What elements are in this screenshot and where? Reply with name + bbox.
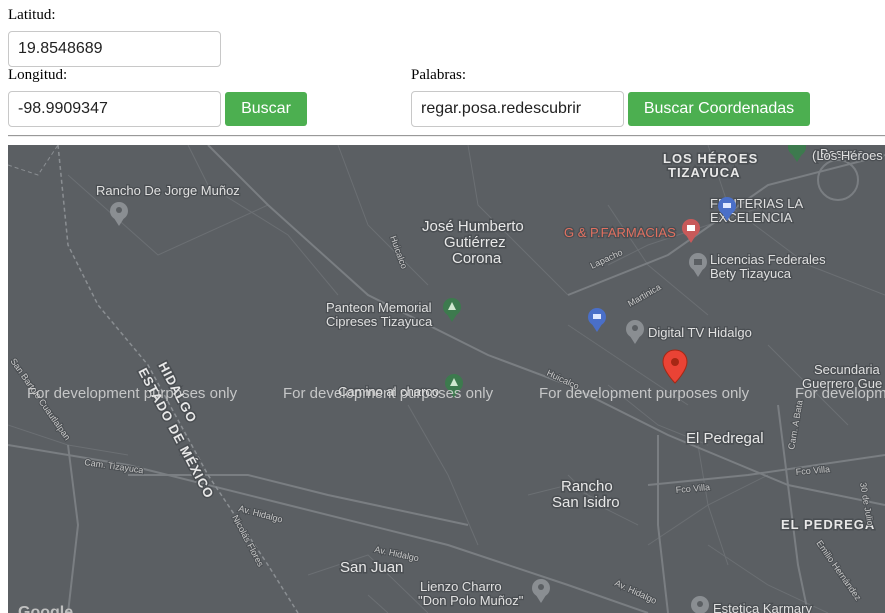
shopping-cart-icon-2[interactable] bbox=[588, 308, 606, 332]
place-rancho-isidro-1: Rancho bbox=[561, 478, 613, 495]
building-icon-licencias[interactable] bbox=[689, 253, 707, 277]
place-heroes-2: TIZAYUCA bbox=[668, 165, 741, 180]
place-panteon-2: Cipreses Tizayuca bbox=[326, 314, 433, 329]
tree-icon-heroes[interactable] bbox=[788, 145, 806, 162]
place-jose-humberto-1: José Humberto bbox=[422, 218, 524, 235]
place-heroes-1: LOS HÉROES bbox=[663, 151, 758, 166]
state-border-left bbox=[8, 145, 59, 176]
map-view[interactable]: Rancho De Jorge Muñoz Panteon Memorial C… bbox=[8, 145, 885, 613]
road-huicalco-1: Huicalco bbox=[388, 234, 409, 270]
dev-watermark-3: For development purposes only bbox=[539, 385, 750, 402]
pin-icon-lienzo[interactable] bbox=[532, 579, 550, 603]
location-marker-icon[interactable] bbox=[662, 349, 688, 384]
road-martinica: Martinica bbox=[626, 282, 663, 309]
roundabout bbox=[817, 159, 859, 201]
place-panteon-1: Panteon Memorial bbox=[326, 300, 432, 315]
place-lienzo-1: Lienzo Charro bbox=[420, 579, 502, 594]
place-el-pedregal-caps: EL PEDREGA bbox=[781, 517, 875, 532]
place-estetica: Estetica Karmary bbox=[713, 601, 812, 613]
latitude-input[interactable] bbox=[8, 31, 221, 67]
place-licencias-1: Licencias Federales bbox=[710, 252, 826, 267]
road-fco-villa-1: Fco Villa bbox=[675, 482, 710, 495]
search-coordinates-button[interactable]: Buscar Coordenadas bbox=[628, 92, 810, 126]
place-digital-tv: Digital TV Hidalgo bbox=[648, 325, 752, 340]
place-secundaria-1: Secundaria bbox=[814, 362, 881, 377]
place-jose-humberto-3: Corona bbox=[452, 250, 502, 267]
dev-watermark-4: For development purposes only bbox=[795, 385, 885, 402]
road-lapacho: Lapacho bbox=[589, 247, 625, 271]
road-cam-a-bata: Cam. A Bata bbox=[786, 399, 805, 450]
pin-icon-rancho-jorge[interactable] bbox=[110, 202, 128, 226]
place-el-pedregal: El Pedregal bbox=[686, 430, 764, 447]
pin-icon-digital-tv[interactable] bbox=[626, 320, 644, 344]
search-button[interactable]: Buscar bbox=[225, 92, 307, 126]
pin-icon-estetica[interactable] bbox=[691, 596, 709, 613]
words-input[interactable] bbox=[411, 91, 624, 127]
google-logo: Google bbox=[18, 604, 73, 613]
divider bbox=[8, 135, 885, 137]
place-san-juan: San Juan bbox=[340, 559, 403, 576]
place-licencias-2: Bety Tizayuca bbox=[710, 266, 792, 281]
road-av-hidalgo-3: Av. Hidalgo bbox=[613, 578, 658, 606]
place-heroes-right-2: (Los Héroes bbox=[812, 148, 883, 163]
road-fco-villa-2: Fco Villa bbox=[795, 464, 830, 477]
latitude-label: Latitud: bbox=[8, 7, 56, 23]
place-jose-humberto-2: Gutiérrez bbox=[444, 234, 506, 251]
dev-watermark-1: For development purposes only bbox=[27, 385, 238, 402]
tree-icon-panteon[interactable] bbox=[443, 298, 461, 322]
road-nicolas-flores: Nicolás Flores bbox=[230, 513, 266, 568]
dev-watermark-2: For development purposes only bbox=[283, 385, 494, 402]
place-rancho-jorge: Rancho De Jorge Muñoz bbox=[96, 183, 240, 198]
road-cam-tizayuca: Cam. Tizayuca bbox=[84, 457, 144, 475]
pharmacy-icon[interactable] bbox=[682, 219, 700, 243]
words-label: Palabras: bbox=[411, 67, 466, 83]
road-emilio: Emilio Hernández bbox=[814, 538, 863, 602]
place-rancho-isidro-2: San Isidro bbox=[552, 494, 620, 511]
place-lienzo-2: "Don Polo Muñoz" bbox=[418, 593, 524, 608]
longitude-input[interactable] bbox=[8, 91, 221, 127]
place-farmacias: G & P.FARMACIAS bbox=[564, 225, 676, 240]
longitude-label: Longitud: bbox=[8, 67, 68, 83]
